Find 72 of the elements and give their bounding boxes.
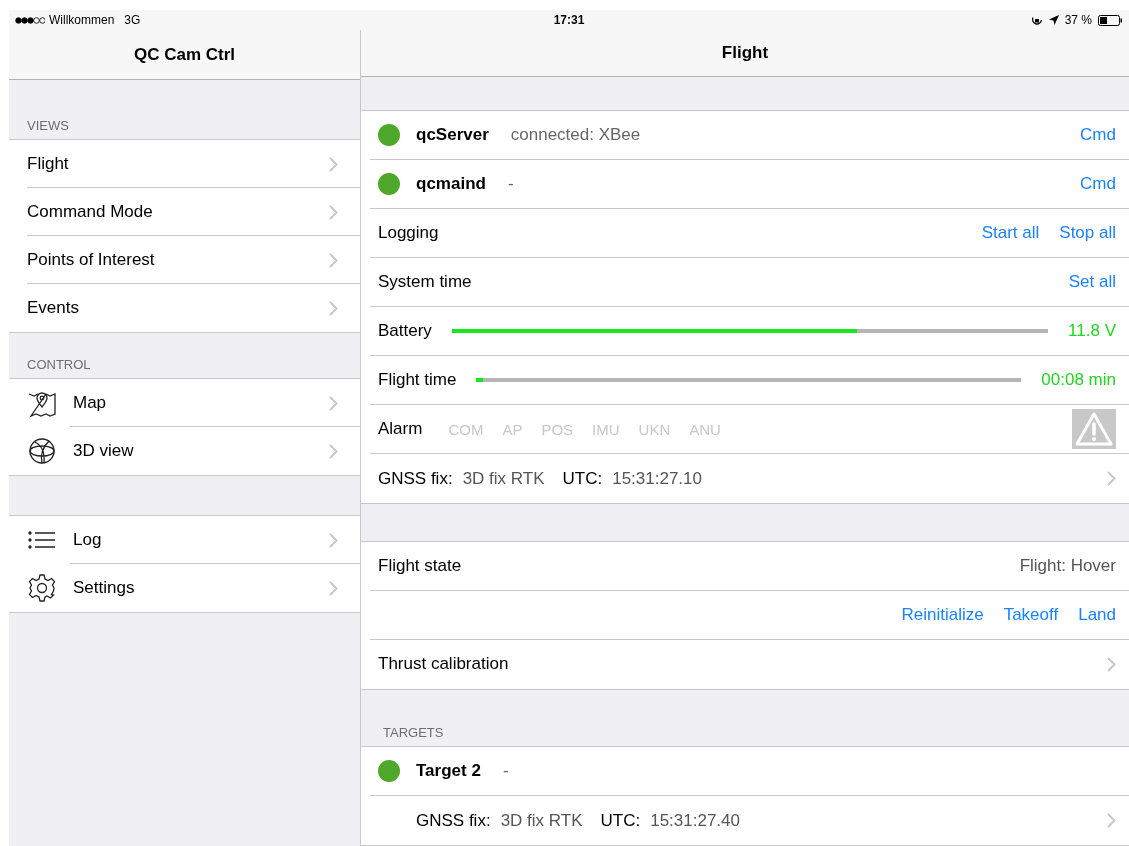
utc-label: UTC:: [562, 468, 603, 489]
sidebar-item[interactable]: Events: [9, 284, 360, 332]
battery-percent: 37 %: [1064, 13, 1092, 27]
chevron-icon: [329, 443, 338, 459]
chevron-icon: [329, 300, 338, 316]
service-name: qcmaind: [416, 174, 486, 195]
command-link[interactable]: Cmd: [1080, 125, 1116, 146]
chevron-icon: [329, 156, 338, 172]
chevron-icon: [1107, 656, 1116, 672]
action-link[interactable]: Takeoff: [1003, 604, 1059, 625]
row-label: System time: [378, 272, 472, 293]
rotation-lock-icon: [1030, 14, 1043, 26]
action-link[interactable]: Stop all: [1059, 223, 1116, 244]
utc-value: 15:31:27.10: [612, 468, 702, 489]
chevron-icon: [329, 395, 338, 411]
action-link[interactable]: Reinitialize: [901, 604, 984, 625]
gnss-row[interactable]: GNSS fix: 3D fix RTK UTC: 15:31:27.40: [370, 796, 1129, 845]
row-label: Alarm: [378, 419, 423, 440]
row-label: Logging: [378, 223, 439, 244]
chevron-icon: [329, 532, 338, 548]
globe-icon: [27, 436, 57, 466]
battery-icon: [1098, 14, 1123, 26]
status-text: -: [502, 761, 510, 781]
fix-value: 3D fix RTK: [500, 810, 583, 831]
sidebar-item[interactable]: Map: [9, 379, 360, 427]
network-type: 3G: [124, 13, 141, 27]
sidebar-title: QC Cam Ctrl: [9, 30, 360, 80]
meter-reading: 11.8 V: [1068, 321, 1116, 342]
settings-icon: [27, 573, 57, 603]
row-label: Flight state: [378, 555, 462, 576]
sidebar-item[interactable]: Command Mode: [9, 188, 360, 236]
status-text: connected: XBee: [510, 125, 642, 146]
fix-label: GNSS fix:: [416, 810, 491, 831]
action-link[interactable]: Start all: [981, 223, 1040, 244]
alarm-label: COM: [448, 420, 484, 438]
sidebar-item[interactable]: 3D view: [9, 427, 360, 475]
sidebar-item[interactable]: Points of Interest: [9, 236, 360, 284]
sidebar-item[interactable]: Log: [9, 516, 360, 564]
alarm-label: UKN: [638, 420, 671, 438]
row-label: Battery: [378, 321, 432, 342]
clock-time: 17:31: [553, 13, 585, 27]
status-text: -: [507, 174, 515, 195]
alarm-label: ANU: [689, 420, 721, 438]
meter-reading: 00:08 min: [1041, 370, 1116, 391]
carrier-name: Willkommen: [49, 13, 115, 27]
location-arrow-icon: [1048, 15, 1059, 25]
row-value: Flight: Hover: [1019, 555, 1116, 576]
page-title: Flight: [361, 30, 1129, 77]
action-link[interactable]: Set all: [1068, 272, 1116, 293]
alarm-label: POS: [541, 420, 574, 438]
command-link[interactable]: Cmd: [1080, 174, 1116, 195]
chevron-icon: [1107, 471, 1116, 487]
sidebar-item[interactable]: Flight: [9, 140, 360, 188]
signal-icon: [15, 16, 45, 24]
chevron-icon: [329, 204, 338, 220]
service-name: qcServer: [416, 125, 489, 146]
row-label[interactable]: Thrust calibration: [378, 654, 509, 675]
alarm-label: AP: [502, 420, 523, 438]
chevron-icon: [329, 252, 338, 268]
action-link[interactable]: Land: [1078, 604, 1116, 625]
service-name: Target 2: [416, 761, 481, 781]
warning-icon[interactable]: [1072, 409, 1116, 450]
row-label: Flight time: [378, 370, 457, 391]
utc-value: 15:31:27.40: [650, 810, 740, 831]
alarm-label: IMU: [592, 420, 620, 438]
fix-label: GNSS fix:: [378, 468, 453, 489]
gnss-row[interactable]: GNSS fix: 3D fix RTK UTC: 15:31:27.10: [370, 454, 1129, 504]
fix-value: 3D fix RTK: [462, 468, 545, 489]
sidebar-item[interactable]: Settings: [9, 564, 360, 612]
utc-label: UTC:: [600, 810, 641, 831]
chevron-icon: [329, 580, 338, 596]
chevron-icon: [1107, 813, 1116, 828]
